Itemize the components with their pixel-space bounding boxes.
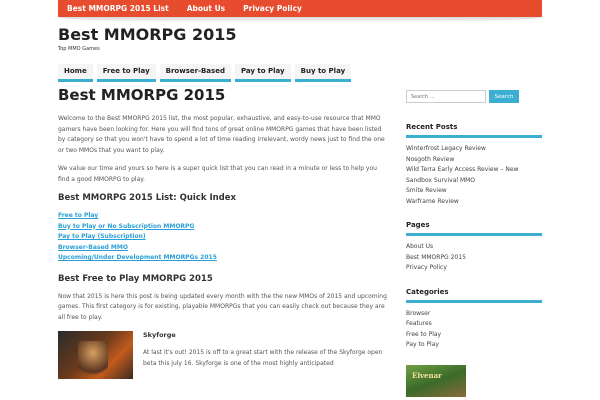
- index-link-pay-to-play[interactable]: Pay to Play (Subscription): [58, 232, 388, 243]
- recent-post-link[interactable]: Smite Review: [406, 186, 542, 197]
- main-nav: Home Free to Play Browser-Based Pay to P…: [58, 64, 352, 82]
- top-link-privacy[interactable]: Privacy Policy: [234, 0, 311, 17]
- category-link[interactable]: Pay to Play: [406, 340, 542, 351]
- index-link-free-to-play[interactable]: Free to Play: [58, 211, 388, 222]
- quick-index-heading: Best MMORPG 2015 List: Quick Index: [58, 193, 236, 203]
- recent-posts-widget: Recent Posts Winterfrost Legacy Review N…: [406, 123, 542, 207]
- search-button[interactable]: Search: [489, 90, 519, 103]
- topbar-shadow: [58, 17, 542, 23]
- recent-posts-title: Recent Posts: [406, 123, 542, 138]
- site-tagline: Top MMO Games: [58, 46, 100, 52]
- page-link[interactable]: Best MMORPG 2015: [406, 253, 542, 264]
- page-link[interactable]: About Us: [406, 242, 542, 253]
- nav-item-browser-based[interactable]: Browser-Based: [159, 64, 231, 82]
- game-entry: Skyforge At last it's out! 2015 is off t…: [58, 331, 388, 379]
- pages-widget: Pages About Us Best MMORPG 2015 Privacy …: [406, 221, 542, 274]
- nav-item-buy-to-play[interactable]: Buy to Play: [294, 64, 352, 82]
- search-input[interactable]: [406, 90, 486, 103]
- nav-item-home[interactable]: Home: [58, 64, 93, 82]
- search-form: Search: [406, 90, 542, 103]
- page-link[interactable]: Privacy Policy: [406, 263, 542, 274]
- recent-post-link[interactable]: Nosgoth Review: [406, 155, 542, 166]
- main-content: Best MMORPG 2015 Welcome to the Best MMO…: [58, 86, 388, 379]
- intro-paragraph: Welcome to the Best MMORPG 2015 list, th…: [58, 115, 385, 154]
- f2p-heading: Best Free to Play MMORPG 2015: [58, 273, 213, 284]
- quick-index-list: Free to Play Buy to Play or No Subscript…: [58, 211, 388, 264]
- recent-post-link[interactable]: Warframe Review: [406, 197, 542, 208]
- recent-post-link[interactable]: Wild Terra Early Access Review – New San…: [406, 165, 542, 186]
- f2p-paragraph: Now that 2015 is here this post is being…: [58, 292, 387, 321]
- pages-title: Pages: [406, 221, 542, 236]
- site-title[interactable]: Best MMORPG 2015: [58, 25, 237, 44]
- nav-item-free-to-play[interactable]: Free to Play: [96, 64, 156, 82]
- page-title: Best MMORPG 2015: [58, 86, 226, 104]
- top-link-list[interactable]: Best MMORPG 2015 List: [58, 0, 178, 17]
- nav-item-pay-to-play[interactable]: Pay to Play: [234, 64, 291, 82]
- categories-widget: Categories Browser Features Free to Play…: [406, 288, 542, 351]
- skyforge-image[interactable]: [58, 331, 133, 379]
- intro-paragraph-2: We value our time and yours so here is a…: [58, 165, 377, 183]
- elvenar-ad-banner[interactable]: Elvenar: [406, 364, 466, 397]
- categories-title: Categories: [406, 288, 542, 303]
- category-link[interactable]: Features: [406, 319, 542, 330]
- game-title: Skyforge: [143, 331, 176, 339]
- index-link-buy-to-play[interactable]: Buy to Play or No Subscription MMORPG: [58, 222, 388, 233]
- index-link-upcoming[interactable]: Upcoming/Under Development MMORPGs 2015: [58, 253, 388, 264]
- category-link[interactable]: Free to Play: [406, 330, 542, 341]
- index-link-browser-based[interactable]: Browser-Based MMO: [58, 243, 388, 254]
- game-description: At last it's out! 2015 is off to a great…: [143, 349, 383, 367]
- top-link-about[interactable]: About Us: [178, 0, 234, 17]
- recent-post-link[interactable]: Winterfrost Legacy Review: [406, 144, 542, 155]
- top-menu-bar: Best MMORPG 2015 List About Us Privacy P…: [58, 0, 542, 17]
- category-link[interactable]: Browser: [406, 309, 542, 320]
- ad-logo-text: Elvenar: [412, 370, 442, 380]
- sidebar: Search Recent Posts Winterfrost Legacy R…: [406, 90, 542, 397]
